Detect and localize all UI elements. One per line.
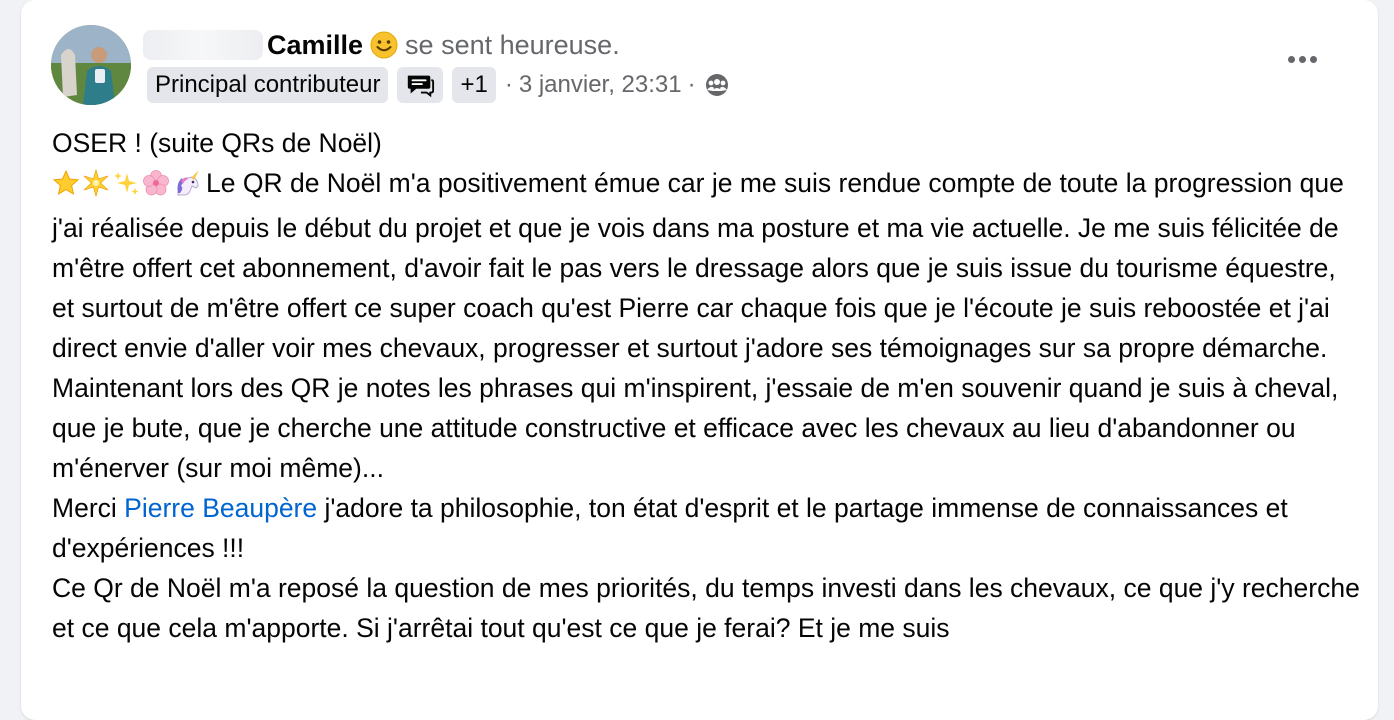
emoji-row [52, 168, 204, 208]
unicorn-emoji-icon [177, 170, 199, 196]
post-paragraph-4: Ce Qr de Noël m'a reposé la question de … [52, 573, 1360, 643]
conversation-starter-badge[interactable] [397, 67, 444, 103]
badge-principal-contributeur[interactable]: Principal contributeur [147, 67, 389, 103]
feeling-text: se sent heureuse. [405, 29, 620, 60]
author-name[interactable]: Camille [267, 30, 363, 61]
post-title-line: OSER ! (suite QRs de Noël) [52, 128, 382, 158]
post-paragraph-3: Merci Pierre Beaupère j'adore ta philoso… [52, 488, 1362, 568]
cherry-blossom-emoji-icon [143, 170, 169, 196]
thanks-text: Merci [52, 493, 125, 523]
separator: · [504, 71, 513, 98]
post-paragraph-2: Maintenant lors des QR je notes les phra… [52, 373, 1339, 483]
post-meta: Principal contributeur +1 · 3 janvier, 2… [147, 66, 730, 104]
post-paragraph: Le QR de Noël m'a positivement émue car … [52, 163, 1362, 368]
avatar-photo [51, 25, 131, 105]
more-options-icon [1287, 55, 1295, 63]
post-timestamp[interactable]: 3 janvier, 23:31 [519, 71, 682, 99]
more-options-button[interactable] [1277, 44, 1327, 74]
star-emoji-icon [52, 169, 80, 196]
post-paragraph-1: Le QR de Noël m'a positivement émue car … [52, 168, 1344, 363]
post-card: Camille se sent heureuse. Principal cont… [21, 0, 1378, 720]
sparkles-emoji-icon [114, 172, 139, 195]
post-text: OSER ! (suite QRs de Noël) Le QR de Noël… [52, 123, 1362, 648]
mention-link[interactable]: Pierre Beaupère [124, 493, 317, 523]
blurred-last-name [143, 30, 263, 60]
extra-badges-count[interactable]: +1 [452, 67, 496, 103]
glowing-star-emoji-icon [83, 168, 109, 198]
separator: · [687, 71, 696, 98]
post-header: Camille se sent heureuse. [143, 24, 620, 66]
smiley-emoji-icon [369, 30, 399, 60]
conversation-starter-icon [408, 75, 435, 98]
group-members-icon[interactable] [704, 73, 730, 97]
avatar[interactable] [51, 25, 131, 105]
